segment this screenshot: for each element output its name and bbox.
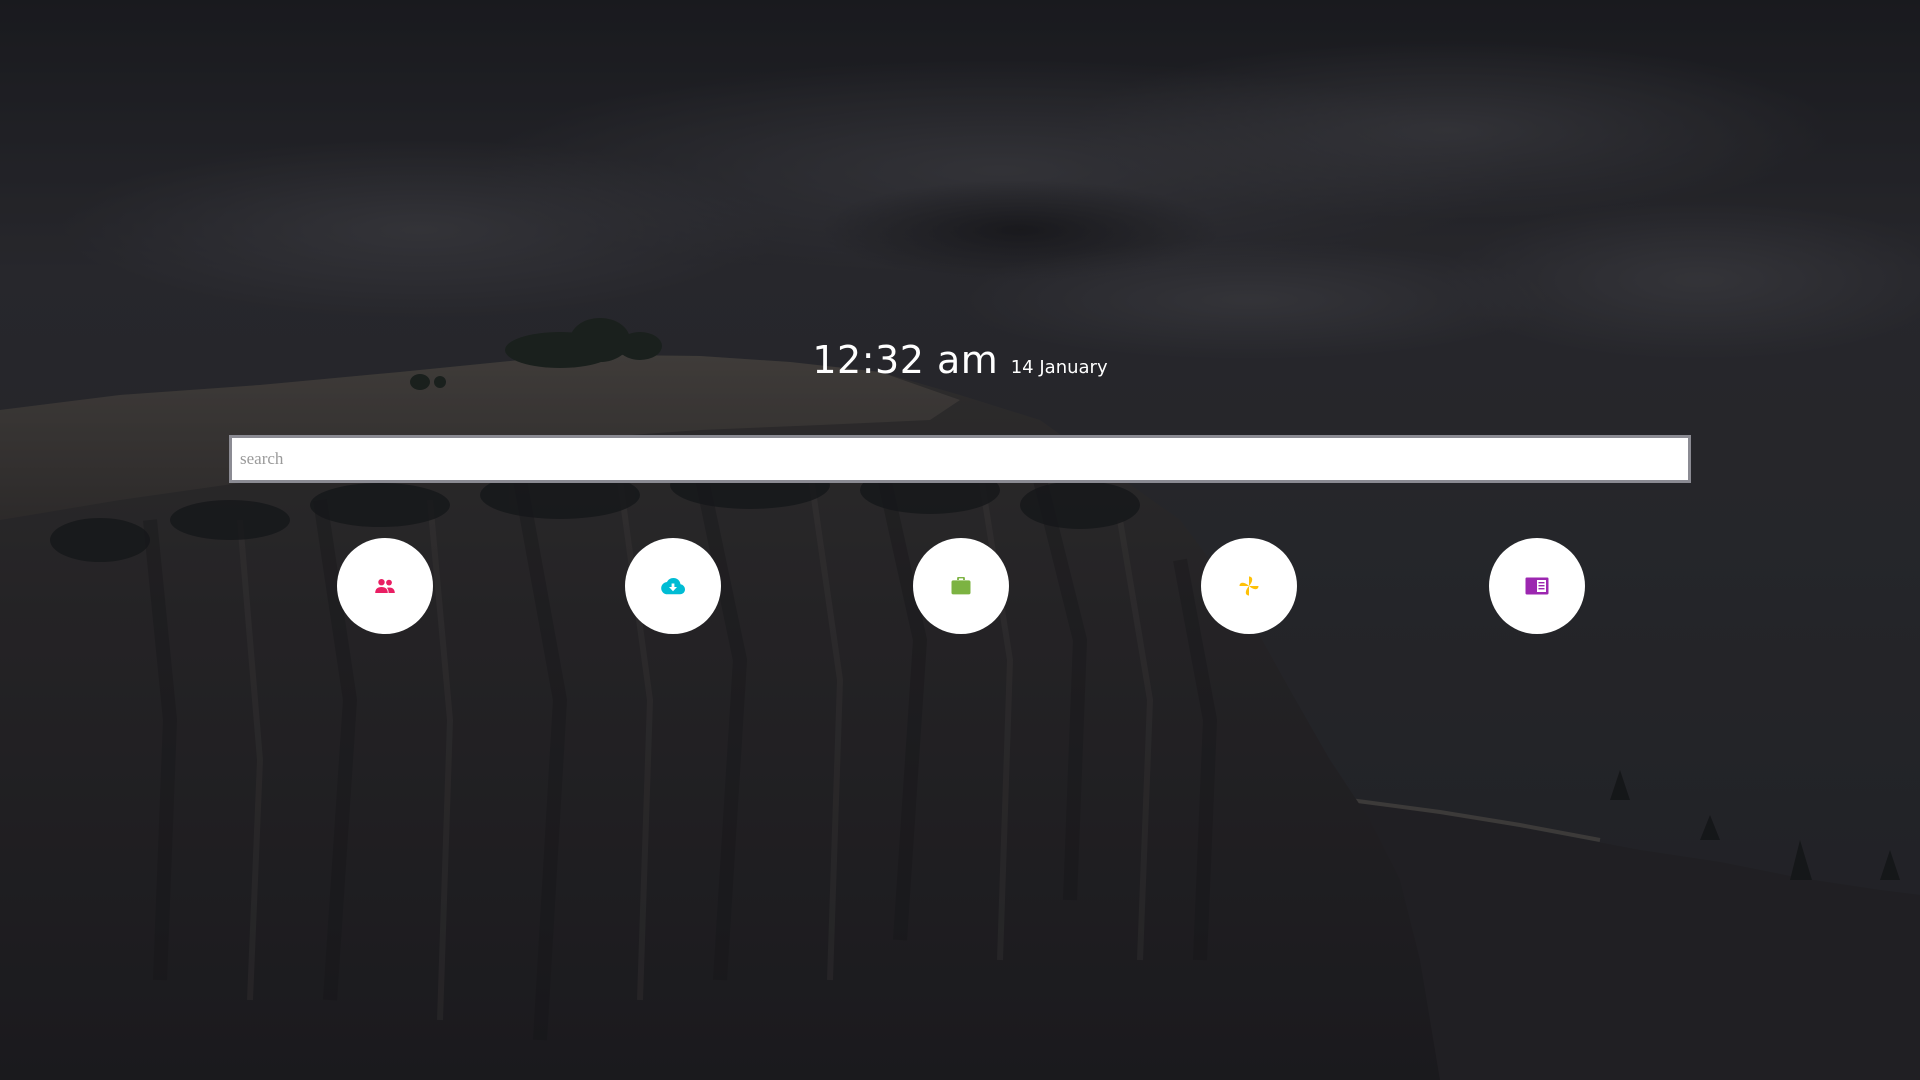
clock-date: 14 January bbox=[1010, 357, 1108, 378]
book-icon bbox=[1525, 577, 1549, 595]
shortcut-book[interactable] bbox=[1489, 538, 1585, 634]
clock-time: 12:32 am bbox=[812, 338, 999, 382]
shortcut-row bbox=[0, 538, 1920, 634]
people-icon bbox=[374, 578, 396, 594]
briefcase-icon bbox=[951, 577, 971, 595]
search-bar bbox=[229, 435, 1691, 483]
shortcut-briefcase[interactable] bbox=[913, 538, 1009, 634]
search-input[interactable] bbox=[232, 438, 1688, 480]
shortcut-cloud-download[interactable] bbox=[625, 538, 721, 634]
clock: 12:32 am 14 January bbox=[0, 338, 1920, 382]
shortcut-people[interactable] bbox=[337, 538, 433, 634]
pinwheel-icon bbox=[1238, 575, 1260, 597]
shortcut-pinwheel[interactable] bbox=[1201, 538, 1297, 634]
cloud-download-icon bbox=[660, 577, 686, 595]
